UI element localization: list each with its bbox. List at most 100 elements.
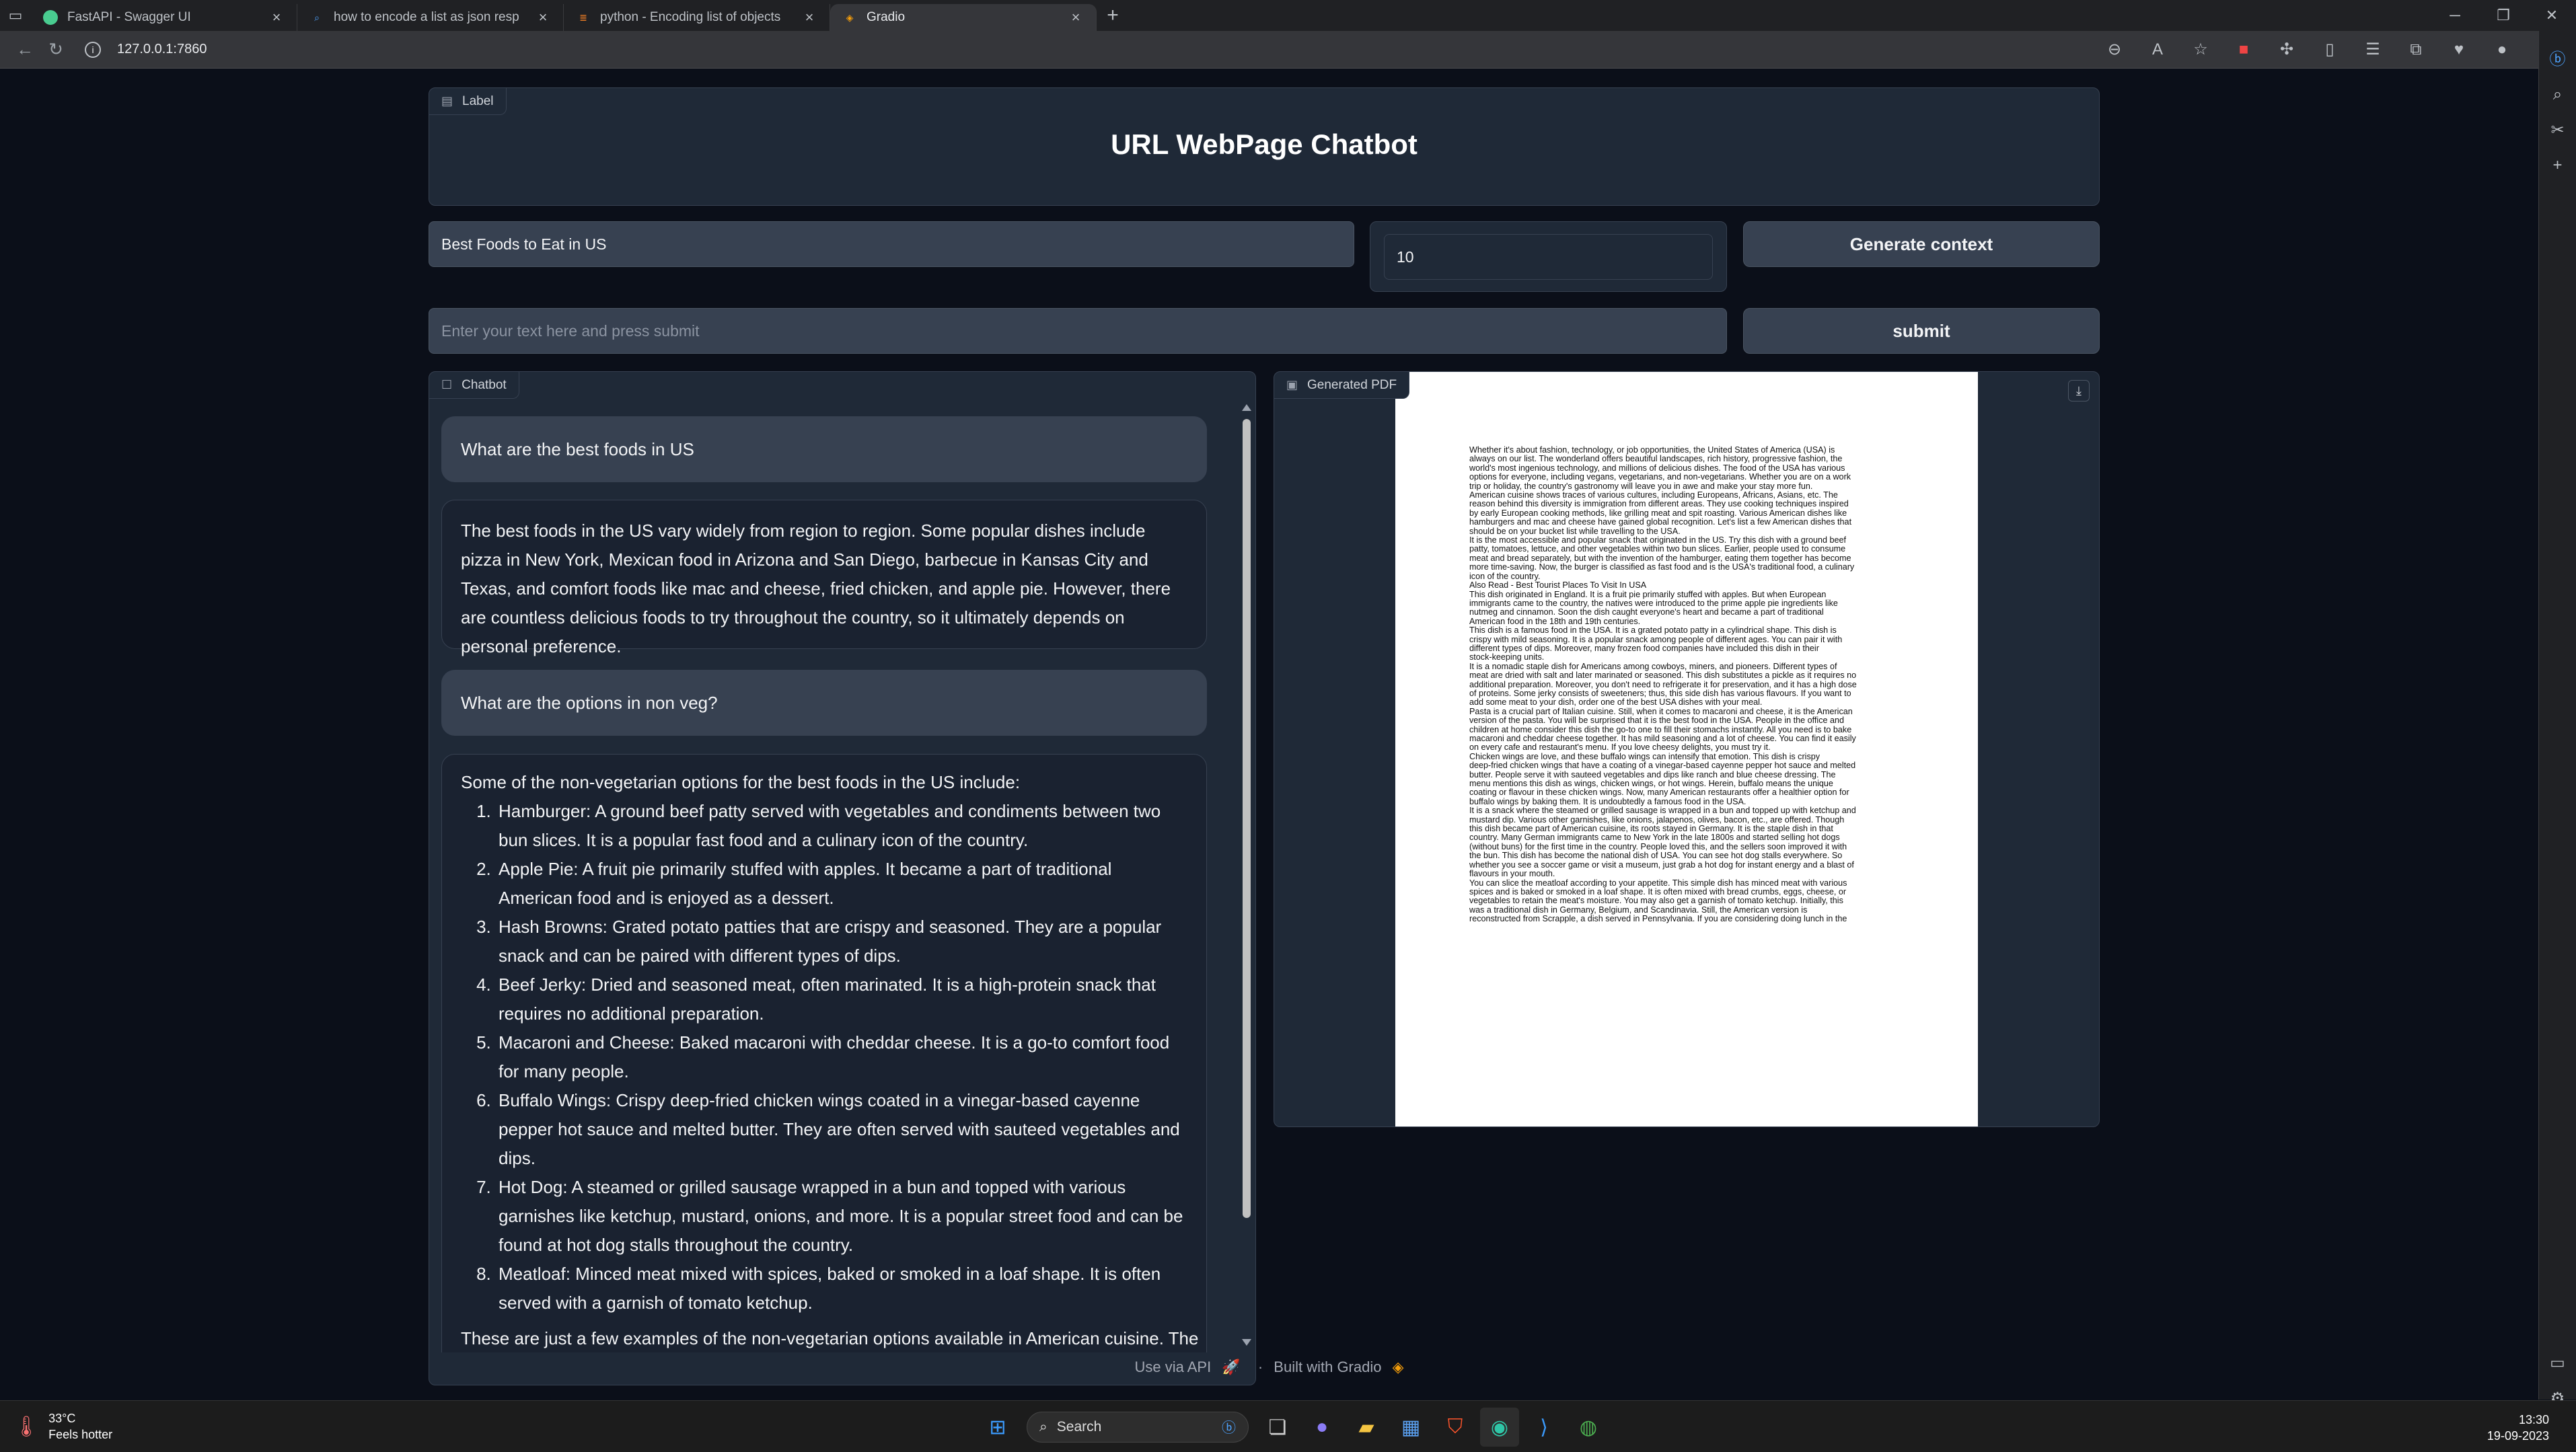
close-icon[interactable]: × bbox=[1068, 9, 1084, 26]
bot-intro: Some of the non-vegetarian options for t… bbox=[461, 772, 1021, 792]
list-item: Meatloaf: Minced meat mixed with spices,… bbox=[496, 1260, 1187, 1317]
tab-stackoverflow[interactable]: ≣ python - Encoding list of objects × bbox=[564, 4, 830, 31]
pdf-text-line: butter. People serve it with sauteed veg… bbox=[1469, 769, 1836, 779]
vscode-icon[interactable]: ⟩ bbox=[1524, 1408, 1563, 1447]
back-icon[interactable]: ← bbox=[9, 34, 40, 65]
pdf-text-line: vegetables to retain the meat's moisture… bbox=[1469, 896, 1843, 906]
restore-icon[interactable]: ❐ bbox=[2479, 7, 2528, 24]
scroll-up-icon[interactable] bbox=[1242, 404, 1251, 411]
label-icon: ▤ bbox=[441, 94, 453, 108]
use-via-api-link[interactable]: Use via API bbox=[1134, 1359, 1211, 1375]
task-view-icon[interactable]: ❏ bbox=[1258, 1408, 1297, 1447]
chrome-icon[interactable]: ◍ bbox=[1569, 1408, 1608, 1447]
store-icon[interactable]: ▦ bbox=[1391, 1408, 1430, 1447]
pdf-text-line: icon of the country. bbox=[1469, 571, 1541, 581]
sidebar-toggle-icon[interactable]: ▭ bbox=[2544, 1353, 2571, 1373]
info-icon[interactable]: i bbox=[85, 41, 101, 58]
tab-title: python - Encoding list of objects bbox=[600, 10, 781, 24]
block-label: ▤ Label bbox=[429, 88, 507, 115]
pdf-text-line: spices and is baked or smoked in a loaf … bbox=[1469, 886, 1847, 896]
pdf-text-line: It is a nomadic staple dish for American… bbox=[1469, 661, 1837, 671]
weather-temp: 33°C bbox=[48, 1412, 76, 1425]
pdf-text-line: trip or holiday, the country's gastronom… bbox=[1469, 481, 1813, 491]
pdf-text-line: American food in the 18th and 19th centu… bbox=[1469, 616, 1641, 626]
search-icon[interactable]: ⌕ bbox=[2544, 85, 2571, 104]
pdf-text-line: This dish is a famous food in the USA. I… bbox=[1469, 625, 1837, 636]
favorites-icon[interactable]: ☰ bbox=[2351, 40, 2394, 59]
pdf-text-line: coating or flavour in these chicken wing… bbox=[1469, 788, 1849, 798]
zoom-icon[interactable]: ⊖ bbox=[2093, 40, 2136, 59]
tab-title: FastAPI - Swagger UI bbox=[67, 10, 191, 24]
performance-icon[interactable]: ♥ bbox=[2437, 40, 2480, 59]
system-clock[interactable]: 13:30 19-09-2023 bbox=[2487, 1412, 2549, 1444]
text-input[interactable]: Enter your text here and press submit bbox=[429, 308, 1727, 354]
thermometer-icon: 🌡 bbox=[13, 1415, 40, 1438]
extensions-puzzle-icon[interactable]: ✣ bbox=[2265, 40, 2308, 59]
list-item: Macaroni and Cheese: Baked macaroni with… bbox=[496, 1028, 1187, 1086]
gradio-app: ▤ Label URL WebPage Chatbot Best Foods t… bbox=[0, 69, 2538, 1400]
favorite-star-icon[interactable]: ☆ bbox=[2179, 40, 2222, 59]
extension-icon[interactable]: ■ bbox=[2222, 40, 2265, 59]
taskbar-search-label: Search bbox=[1056, 1419, 1102, 1435]
label-block: ▤ Label URL WebPage Chatbot bbox=[429, 87, 2100, 206]
new-tab-button[interactable]: + bbox=[1097, 4, 1129, 27]
pdf-text-line: world's most ingenious technology, and m… bbox=[1469, 463, 1845, 473]
submit-button[interactable]: submit bbox=[1743, 308, 2100, 354]
search-icon: ⌕ bbox=[1039, 1419, 1047, 1435]
tab-fastapi[interactable]: FastAPI - Swagger UI × bbox=[31, 4, 297, 31]
pdf-text-line: the bun. This dish has become the nation… bbox=[1469, 851, 1843, 861]
gradio-icon: ◈ bbox=[846, 11, 854, 23]
taskbar-apps: ⊞ ⌕ Search ⓑ ❏ ● ▰ ▦ ⛉ ◉ ⟩ ◍ bbox=[976, 1408, 1611, 1447]
windows-start-icon[interactable]: ⊞ bbox=[978, 1408, 1017, 1447]
window-controls: ─ ❐ ✕ bbox=[2431, 7, 2576, 24]
generate-context-button[interactable]: Generate context bbox=[1743, 221, 2100, 267]
bot-message: Some of the non-vegetarian options for t… bbox=[441, 754, 1207, 1352]
add-icon[interactable]: + bbox=[2544, 156, 2571, 175]
split-screen-icon[interactable]: ▯ bbox=[2308, 40, 2351, 59]
bot-trailing: These are just a few examples of the non… bbox=[461, 1328, 1199, 1348]
download-icon[interactable]: ⤓ bbox=[2068, 380, 2090, 402]
tools-icon[interactable]: ✂ bbox=[2544, 120, 2571, 140]
close-icon[interactable]: × bbox=[268, 9, 285, 26]
search-icon: ⌕ bbox=[314, 11, 320, 23]
scrollbar-thumb[interactable] bbox=[1243, 419, 1251, 1218]
pdf-text-line: mustard dip. Various other garnishes, li… bbox=[1469, 814, 1845, 825]
pdf-text-line: different types of dips. Moreover, many … bbox=[1469, 643, 1819, 653]
copilot-icon[interactable]: ⓑ bbox=[2544, 46, 2571, 69]
close-window-icon[interactable]: ✕ bbox=[2528, 7, 2576, 24]
teams-chat-icon[interactable]: ● bbox=[1302, 1408, 1341, 1447]
pdf-text-line: nutmeg and cinnamon. Soon the dish caugh… bbox=[1469, 607, 1824, 617]
minimize-icon[interactable]: ─ bbox=[2431, 7, 2479, 24]
pdf-text-line: You can slice the meatloaf according to … bbox=[1469, 878, 1847, 888]
close-icon[interactable]: × bbox=[535, 9, 551, 26]
taskbar-search[interactable]: ⌕ Search ⓑ bbox=[1027, 1412, 1249, 1443]
built-with-gradio-link[interactable]: Built with Gradio bbox=[1274, 1359, 1381, 1375]
brave-icon[interactable]: ⛉ bbox=[1436, 1408, 1475, 1447]
scroll-down-icon[interactable] bbox=[1242, 1339, 1251, 1346]
list-item: Buffalo Wings: Crispy deep-fried chicken… bbox=[496, 1086, 1187, 1173]
chat-scrollbar[interactable] bbox=[1241, 404, 1253, 1346]
close-icon[interactable]: × bbox=[801, 9, 817, 26]
collections-icon[interactable]: ⧉ bbox=[2394, 40, 2437, 59]
chat-messages[interactable]: What are the best foods in US The best f… bbox=[441, 411, 1208, 1352]
refresh-icon[interactable]: ↻ bbox=[40, 34, 71, 65]
tab-gradio[interactable]: ◈ Gradio × bbox=[830, 4, 1097, 31]
count-input[interactable]: 10 bbox=[1384, 234, 1713, 280]
weather-widget[interactable]: 🌡 33°C Feels hotter bbox=[13, 1410, 112, 1443]
clock-date: 19-09-2023 bbox=[2487, 1429, 2549, 1443]
profile-avatar[interactable]: ● bbox=[2480, 40, 2524, 59]
pdf-page: Whether it's about fashion, technology, … bbox=[1395, 372, 1978, 1126]
pdf-text-line: this dish became part of American cuisin… bbox=[1469, 824, 1833, 834]
edge-sidebar: ⓑ ⌕ ✂ + ▭ ⚙ bbox=[2538, 31, 2576, 1408]
file-explorer-icon[interactable]: ▰ bbox=[1347, 1408, 1386, 1447]
read-aloud-icon[interactable]: A bbox=[2136, 40, 2179, 59]
pdf-text-line: stock-keeping units. bbox=[1469, 652, 1545, 662]
query-input[interactable]: Best Foods to Eat in US bbox=[429, 221, 1354, 267]
edge-icon[interactable]: ◉ bbox=[1480, 1408, 1519, 1447]
tab-actions-icon[interactable]: ▭ bbox=[0, 0, 31, 31]
pdf-text-line: more time-saving. Now, the burger is cla… bbox=[1469, 562, 1855, 572]
bing-icon: ⓑ bbox=[1222, 1420, 1236, 1436]
tab-search[interactable]: ⌕ how to encode a list as json resp × bbox=[297, 4, 564, 31]
url-field[interactable]: i 127.0.0.1:7860 bbox=[85, 41, 207, 58]
pdf-text-line: options for everyone, including vegans, … bbox=[1469, 472, 1851, 482]
